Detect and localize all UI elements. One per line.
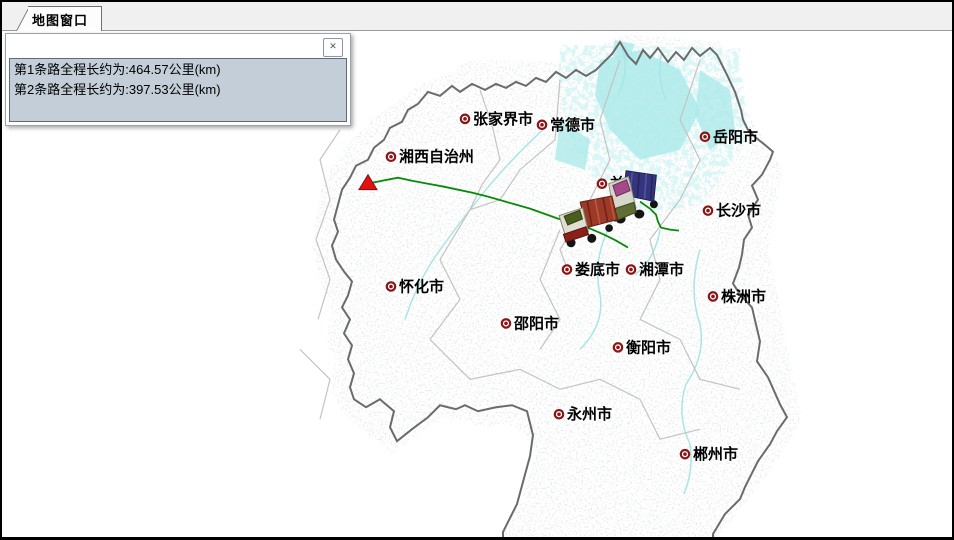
map-canvas[interactable]: 湘西自治州 张家界市 常德市 岳阳市 益阳市 (2, 31, 952, 537)
tab-label: 地图窗口 (32, 10, 88, 29)
close-icon: ✕ (329, 41, 337, 51)
route-1-length-text: 第1条路全程长约为:464.57公里(km) (10, 59, 346, 79)
city-label: 永州市 (566, 405, 612, 423)
panel-close-button[interactable]: ✕ (323, 38, 343, 57)
route-2-length-text: 第2条路全程长约为:397.53公里(km) (10, 79, 346, 99)
city-label: 湘西自治州 (399, 148, 474, 166)
city-label: 株洲市 (721, 287, 766, 305)
city-label: 娄底市 (575, 261, 620, 279)
app-window: 地图窗口 (0, 0, 954, 540)
city-label: 郴州市 (693, 445, 738, 463)
city-label: 怀化市 (399, 277, 444, 295)
city-label: 长沙市 (716, 202, 761, 220)
city-label: 常德市 (550, 116, 595, 134)
route-info-box: 第1条路全程长约为:464.57公里(km) 第2条路全程长约为:397.53公… (9, 58, 347, 122)
tab-strip: 地图窗口 (2, 2, 952, 31)
city-label: 邵阳市 (513, 314, 559, 332)
city-xiangxi: 湘西自治州 (387, 148, 474, 166)
city-label: 张家界市 (473, 110, 533, 128)
city-label: 岳阳市 (713, 128, 758, 146)
city-label: 衡阳市 (626, 338, 671, 356)
city-label: 湘潭市 (639, 261, 684, 279)
tab-map-window[interactable]: 地图窗口 (14, 6, 102, 31)
route-info-panel: ✕ 第1条路全程长约为:464.57公里(km) 第2条路全程长约为:397.5… (5, 33, 351, 126)
map-window: 地图窗口 (2, 2, 952, 537)
